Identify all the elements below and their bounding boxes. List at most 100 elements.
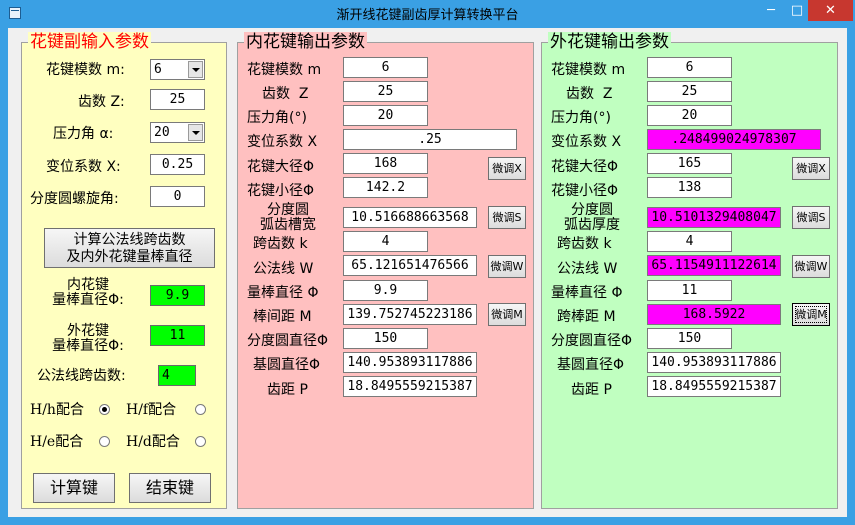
fit-he-label[interactable]: H/e配合 <box>30 434 83 450</box>
calc-span-button-label: 计算公法线跨齿数 及内外花键量棒直径 <box>66 232 193 265</box>
inner-adjust-s-button[interactable]: 微调S <box>488 206 526 229</box>
inner-space-label: 分度圆 弧齿槽宽 <box>260 202 316 233</box>
teeth-label: 齿数 Z: <box>78 94 125 110</box>
calc-span-button[interactable]: 计算公法线跨齿数 及内外花键量棒直径 <box>44 228 215 268</box>
helix-angle-label: 分度圆螺旋角: <box>30 191 119 207</box>
shift-coef-input[interactable]: 0.25 <box>150 154 205 175</box>
inner-spline-title: 内花键输出参数 <box>244 32 367 52</box>
inner-adjust-m-button[interactable]: 微调M <box>488 303 526 326</box>
pressure-angle-value: 20 <box>154 125 170 140</box>
fit-hf-radio[interactable] <box>195 404 206 415</box>
outer-thickness-value: 10.5101329408047 <box>647 207 781 228</box>
inner-major-label: 花键大径Φ <box>247 159 315 175</box>
outer-major-value: 165 <box>647 153 732 174</box>
inner-span-value: 4 <box>343 231 428 252</box>
outer-shift-value: .248499024978307 <box>647 129 821 150</box>
outer-adjust-w-button[interactable]: 微调W <box>792 255 830 278</box>
title-bar[interactable]: 渐开线花键副齿厚计算转换平台 ─ □ ✕ <box>0 0 855 28</box>
outer-module-value: 6 <box>647 57 732 78</box>
inner-pin-value: 9.9 <box>150 285 205 306</box>
span-count-value: 4 <box>158 365 196 386</box>
calc-button[interactable]: 计算键 <box>33 473 115 503</box>
inner-spline-panel: 内花键输出参数 花键模数 m 6 齿数 Z 25 压力角(°) 20 变位系数 … <box>237 32 534 509</box>
fit-hd-label[interactable]: H/d配合 <box>126 434 180 450</box>
inner-shift-value: .25 <box>343 129 517 150</box>
fit-hh-label[interactable]: H/h配合 <box>30 402 84 418</box>
outer-span-label: 跨齿数 k <box>557 236 612 252</box>
inner-pitch-value: 18.8495559215387 <box>343 376 477 397</box>
fit-hh-radio[interactable] <box>99 404 110 415</box>
inner-pitch-dia-label: 分度圆直径Φ <box>247 333 329 349</box>
outer-adjust-x-button[interactable]: 微调X <box>792 157 830 180</box>
minimize-button[interactable]: ─ <box>758 0 784 21</box>
inner-between-pins-value: 139.752745223186 <box>343 304 477 325</box>
module-select-value: 6 <box>154 62 162 77</box>
outer-adjust-m-button[interactable]: 微调M <box>792 303 830 326</box>
outer-minor-value: 138 <box>647 177 732 198</box>
inner-adjust-x-button[interactable]: 微调X <box>488 157 526 180</box>
end-button[interactable]: 结束键 <box>129 473 211 503</box>
outer-shift-label: 变位系数 X <box>551 134 622 150</box>
inner-wk-label: 公法线 W <box>253 261 314 277</box>
pressure-angle-label: 压力角 α: <box>53 126 114 142</box>
teeth-input[interactable]: 25 <box>150 89 205 110</box>
inner-pin-label: 内花键 量棒直径Φ: <box>52 277 124 308</box>
span-count-label: 公法线跨齿数: <box>37 368 126 384</box>
outer-span-value: 4 <box>647 231 732 252</box>
inner-pitch-label: 齿距 P <box>267 382 308 398</box>
inner-space-value: 10.516688663568 <box>343 207 477 228</box>
fit-hd-radio[interactable] <box>195 436 206 447</box>
outer-wk-label: 公法线 W <box>557 261 618 277</box>
close-button[interactable]: ✕ <box>808 0 853 21</box>
outer-base-dia-label: 基圆直径Φ <box>557 357 625 373</box>
app-window: 渐开线花键副齿厚计算转换平台 ─ □ ✕ 花键副输入参数 花键模数 m: 6 齿… <box>0 0 855 525</box>
inner-wk-value: 65.121651476566 <box>343 255 477 276</box>
inner-pressure-label: 压力角(°) <box>247 110 307 126</box>
outer-pitch-label: 齿距 P <box>571 382 612 398</box>
outer-pitch-dia-label: 分度圆直径Φ <box>551 333 633 349</box>
inner-module-value: 6 <box>343 57 428 78</box>
inner-pin-dia-value: 9.9 <box>343 280 428 301</box>
inner-between-pins-label: 棒间距 M <box>253 309 312 325</box>
chevron-down-icon[interactable] <box>188 124 203 141</box>
outer-pitch-dia-value: 150 <box>647 328 732 349</box>
chevron-down-icon[interactable] <box>188 61 203 78</box>
inner-major-value: 168 <box>343 153 428 174</box>
outer-adjust-s-button[interactable]: 微调S <box>792 206 830 229</box>
outer-pin-value: 11 <box>150 325 205 346</box>
outer-over-pins-label: 跨棒距 M <box>557 309 616 325</box>
client-area: 花键副输入参数 花键模数 m: 6 齿数 Z: 25 压力角 α: 20 变位系… <box>8 28 847 517</box>
outer-spline-panel: 外花键输出参数 花键模数 m 6 齿数 Z 25 压力角(°) 20 变位系数 … <box>541 32 838 509</box>
outer-teeth-label: 齿数 Z <box>566 86 613 102</box>
inner-teeth-value: 25 <box>343 81 428 102</box>
outer-base-dia-value: 140.953893117886 <box>647 352 781 373</box>
outer-major-label: 花键大径Φ <box>551 159 619 175</box>
outer-pin-dia-label: 量棒直径 Φ <box>551 285 623 301</box>
input-params-panel: 花键副输入参数 花键模数 m: 6 齿数 Z: 25 压力角 α: 20 变位系… <box>21 32 227 509</box>
module-select[interactable]: 6 <box>150 59 205 80</box>
inner-base-dia-value: 140.953893117886 <box>343 352 477 373</box>
outer-pressure-label: 压力角(°) <box>551 110 611 126</box>
outer-pin-label: 外花键 量棒直径Φ: <box>52 323 124 354</box>
inner-pressure-value: 20 <box>343 105 428 126</box>
outer-minor-label: 花键小径Φ <box>551 183 619 199</box>
outer-pin-dia-value: 11 <box>647 280 732 301</box>
inner-base-dia-label: 基圆直径Φ <box>253 357 321 373</box>
inner-module-label: 花键模数 m <box>247 62 322 78</box>
inner-pin-dia-label: 量棒直径 Φ <box>247 285 319 301</box>
inner-minor-value: 142.2 <box>343 177 428 198</box>
inner-teeth-label: 齿数 Z <box>262 86 309 102</box>
fit-hf-label[interactable]: H/f配合 <box>126 402 176 418</box>
fit-he-radio[interactable] <box>99 436 110 447</box>
module-label: 花键模数 m: <box>46 62 125 78</box>
inner-minor-label: 花键小径Φ <box>247 183 315 199</box>
outer-pressure-value: 20 <box>647 105 732 126</box>
inner-adjust-w-button[interactable]: 微调W <box>488 255 526 278</box>
outer-over-pins-value: 168.5922 <box>647 304 781 325</box>
outer-pitch-value: 18.8495559215387 <box>647 376 781 397</box>
inner-shift-label: 变位系数 X <box>247 134 318 150</box>
helix-angle-input[interactable]: 0 <box>150 186 205 207</box>
inner-span-label: 跨齿数 k <box>253 236 308 252</box>
pressure-angle-select[interactable]: 20 <box>150 122 205 143</box>
maximize-button[interactable]: □ <box>784 0 810 21</box>
